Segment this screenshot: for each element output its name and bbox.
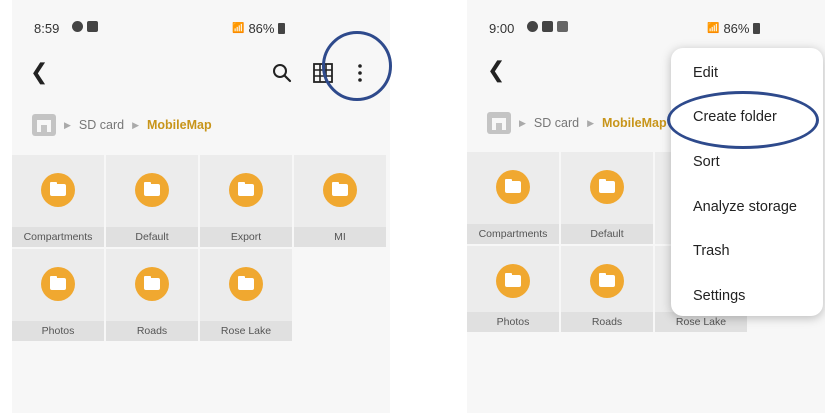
folder-label: MI: [294, 227, 386, 247]
right-screen: 9:00 📶 86% ❮ ▶ SD card ▶ MobileMap Compa…: [467, 0, 825, 413]
menu-item-sort[interactable]: Sort: [693, 154, 720, 170]
folder-icon: [590, 170, 624, 204]
folder-item[interactable]: Roads: [106, 249, 198, 341]
battery-icon: [278, 23, 286, 34]
search-icon[interactable]: [270, 61, 294, 85]
breadcrumb-arrow-icon: ▶: [519, 117, 526, 128]
folder-icon: [41, 173, 75, 207]
menu-item-edit[interactable]: Edit: [693, 65, 718, 81]
folder-label: Default: [106, 227, 198, 247]
folder-label: Photos: [467, 312, 559, 332]
notification-icon: [527, 21, 538, 32]
breadcrumb-arrow-icon: ▶: [132, 119, 139, 130]
menu-item-settings[interactable]: Settings: [693, 288, 745, 304]
folder-label: Roads: [561, 312, 653, 332]
battery-icon: [753, 23, 761, 34]
status-bar: 9:00 📶 86%: [489, 18, 805, 38]
folder-item[interactable]: Photos: [467, 246, 559, 332]
notification-icon: [72, 21, 83, 32]
folder-label: Roads: [106, 321, 198, 341]
folder-icon: [135, 173, 169, 207]
app-notification-icon: [87, 21, 98, 32]
folder-icon: [323, 173, 357, 207]
folder-icon: [590, 264, 624, 298]
breadcrumb-current-folder: MobileMap: [602, 116, 667, 130]
app-notification-icon: [542, 21, 553, 32]
folder-label: Export: [200, 227, 292, 247]
folder-item[interactable]: Roads: [561, 246, 653, 332]
breadcrumb-sd-card[interactable]: SD card: [79, 118, 124, 132]
signal-icon: 📶: [232, 23, 245, 34]
menu-item-analyze-storage[interactable]: Analyze storage: [693, 199, 797, 215]
folder-item[interactable]: Default: [106, 155, 198, 247]
folder-icon: [229, 173, 263, 207]
folder-item[interactable]: Compartments: [12, 155, 104, 247]
folder-item[interactable]: Rose Lake: [200, 249, 292, 341]
folder-icon: [229, 267, 263, 301]
status-bar: 8:59 📶 86%: [34, 18, 370, 38]
folder-icon: [496, 264, 530, 298]
folder-icon: [496, 170, 530, 204]
home-icon[interactable]: [487, 112, 511, 134]
menu-item-trash[interactable]: Trash: [693, 243, 730, 259]
folder-item[interactable]: Photos: [12, 249, 104, 341]
folder-icon: [41, 267, 75, 301]
folder-label: Rose Lake: [200, 321, 292, 341]
folder-label: Photos: [12, 321, 104, 341]
breadcrumb-arrow-icon: ▶: [587, 117, 594, 128]
breadcrumb-current-folder: MobileMap: [147, 118, 212, 132]
grid-view-icon[interactable]: [311, 61, 335, 85]
image-notification-icon: [557, 21, 568, 32]
battery-percent: 86%: [723, 21, 750, 36]
signal-icon: 📶: [707, 23, 720, 34]
folder-item[interactable]: Compartments: [467, 152, 559, 244]
status-time: 8:59: [34, 21, 60, 36]
more-options-icon[interactable]: [348, 61, 372, 85]
back-button[interactable]: ❮: [487, 57, 505, 83]
left-screen: 8:59 📶 86% ❮ ▶ SD card ▶ MobileMap Compa…: [12, 0, 392, 413]
status-time: 9:00: [489, 21, 515, 36]
breadcrumb-sd-card[interactable]: SD card: [534, 116, 579, 130]
folder-item[interactable]: Export: [200, 155, 292, 247]
battery-percent: 86%: [248, 21, 275, 36]
home-icon[interactable]: [32, 114, 56, 136]
breadcrumb: ▶ SD card ▶ MobileMap: [487, 112, 667, 134]
overflow-menu: Edit Create folder Sort Analyze storage …: [671, 48, 823, 316]
breadcrumb-arrow-icon: ▶: [64, 119, 71, 130]
folder-item[interactable]: Default: [561, 152, 653, 244]
toolbar: ❮: [12, 55, 390, 89]
folder-label: Compartments: [467, 224, 559, 244]
folder-label: Default: [561, 224, 653, 244]
folder-label: Compartments: [12, 227, 104, 247]
menu-item-create-folder[interactable]: Create folder: [693, 109, 777, 125]
folder-item[interactable]: MI: [294, 155, 386, 247]
back-button[interactable]: ❮: [30, 59, 48, 85]
folder-icon: [135, 267, 169, 301]
breadcrumb: ▶ SD card ▶ MobileMap: [32, 114, 212, 136]
